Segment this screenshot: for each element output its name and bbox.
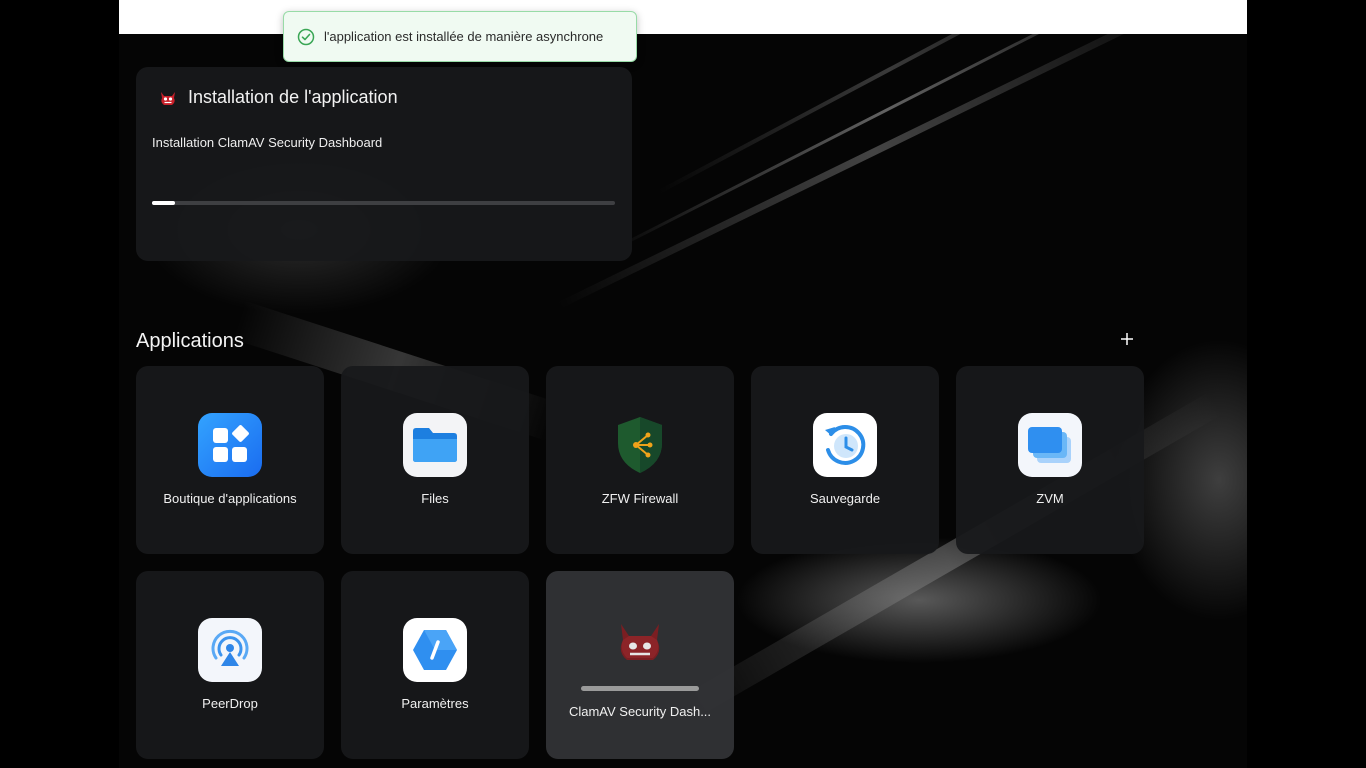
check-circle-icon	[297, 28, 315, 46]
vm-windows-icon	[1018, 413, 1082, 477]
airdrop-icon	[198, 618, 262, 682]
app-label: Files	[421, 491, 449, 506]
folder-icon	[403, 413, 467, 477]
installation-panel: Installation de l'application Installati…	[136, 67, 632, 261]
installation-progress-fill	[152, 201, 176, 205]
settings-hexagon-icon	[403, 618, 467, 682]
app-tile-clamav[interactable]: ClamAV Security Dash...	[546, 571, 734, 759]
shield-icon	[608, 413, 672, 477]
app-label: Paramètres	[401, 696, 469, 711]
app-label: ZVM	[1036, 491, 1064, 506]
app-tile-sauvegarde[interactable]: Sauvegarde	[751, 366, 939, 554]
app-tile-boutique[interactable]: Boutique d'applications	[136, 366, 324, 554]
app-tile-zvm[interactable]: ZVM	[956, 366, 1144, 554]
app-tile-zfw-firewall[interactable]: ZFW Firewall	[546, 366, 734, 554]
app-label: Sauvegarde	[809, 491, 881, 506]
applications-heading: Applications	[136, 330, 244, 352]
toast-message: l'application est installée de manière a…	[324, 29, 604, 44]
backup-clock-icon	[813, 413, 877, 477]
app-label: ClamAV Security Dash...	[568, 704, 712, 719]
success-toast: l'application est installée de manière a…	[283, 11, 637, 62]
app-label: PeerDrop	[202, 696, 258, 711]
app-tile-parametres[interactable]: Paramètres	[341, 571, 529, 759]
installation-subtitle: Installation ClamAV Security Dashboard	[152, 135, 383, 150]
installation-title: Installation de l'application	[188, 87, 398, 107]
app-tile-files[interactable]: Files	[341, 366, 529, 554]
wallpaper-streak	[557, 0, 1190, 309]
app-label: ZFW Firewall	[601, 491, 679, 506]
installation-progress-bar	[152, 201, 615, 205]
app-tile-peerdrop[interactable]: PeerDrop	[136, 571, 324, 759]
wallpaper-streak	[608, 0, 1163, 253]
app-label: Boutique d'applications	[163, 491, 297, 506]
app-install-progress-bar	[581, 686, 699, 691]
app-store-icon	[198, 413, 262, 477]
clamav-logo	[158, 88, 178, 108]
add-application-button[interactable]	[1117, 331, 1137, 351]
clamav-icon	[608, 611, 672, 675]
plus-icon	[1121, 332, 1133, 350]
